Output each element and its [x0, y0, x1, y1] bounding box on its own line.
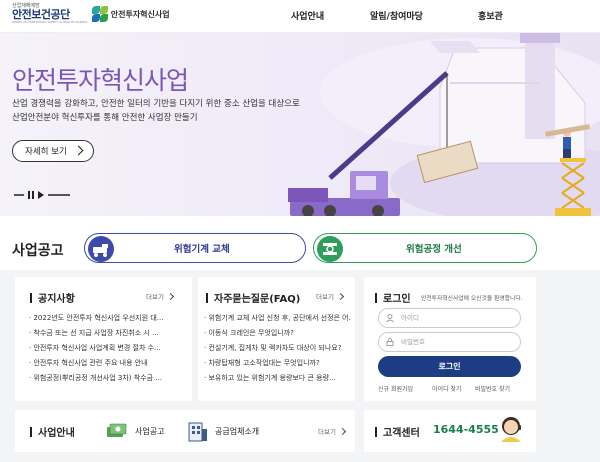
faq-item[interactable]: 이동식 크레인은 무엇입니까?	[204, 326, 351, 341]
chevron-right-icon	[338, 427, 346, 436]
logo-program-name: 안전투자혁신사업	[110, 9, 170, 19]
hero-more-button[interactable]: 자세히 보기	[12, 140, 94, 162]
find-password-link[interactable]: 비밀번호 찾기	[475, 384, 510, 393]
pill-dangerous-machine-label: 위험기계 교체	[174, 244, 230, 255]
money-icon	[107, 423, 127, 437]
hero-description-line1: 산업 경쟁력을 강화하고, 안전한 일터의 기반을 다지기 위한 중소 산업을 …	[12, 99, 300, 109]
notice-item[interactable]: 2022년도 안전투자 혁신사업 우선지원 대...	[29, 311, 187, 326]
hero-more-label: 자세히 보기	[25, 147, 67, 157]
machine-icon	[88, 236, 114, 262]
faq-item[interactable]: 차량탑재형 고소작업대는 무엇입니까?	[204, 356, 351, 371]
hero-description-line2: 산업안전분야 혁신투자를 통해 안전한 사업장 만들기	[12, 113, 198, 123]
slide-pager	[14, 191, 70, 199]
slide-indicator[interactable]	[48, 194, 70, 196]
notice-more-label: 더보기	[146, 293, 164, 301]
site-header: 산업재해예방 안전보건공단 KOREA OCCUPATIONAL SAFETY …	[0, 0, 600, 33]
process-icon	[317, 236, 343, 262]
customer-center-title: 고객센터	[375, 424, 420, 439]
nav-business-info[interactable]: 사업안내	[291, 9, 324, 22]
notice-item[interactable]: 착수금 또는 선 지급 사업장 자진취소 시 ...	[29, 326, 187, 341]
faq-item[interactable]: 위험기계 교체 사업 신청 후, 공단에서 선정은 어...	[204, 311, 351, 326]
login-password-placeholder: 비밀번호	[401, 338, 425, 346]
notice-item[interactable]: 위험공정(뿌리공정 개선사업 3차) 착수금 ...	[29, 371, 187, 386]
pause-icon[interactable]	[28, 191, 34, 199]
guide-item-suppliers-label: 공급업체소개	[215, 426, 260, 436]
lock-icon	[386, 338, 394, 346]
login-welcome: 안전투자혁신사업에 오신것을 환영합니다.	[421, 296, 523, 302]
chevron-right-icon	[166, 292, 174, 301]
faq-item[interactable]: 보유하고 있는 위험기계 용량보다 큰 용량...	[204, 371, 351, 386]
logo-name: 안전보건공단	[12, 8, 70, 21]
chevron-right-icon	[336, 292, 344, 301]
guide-title: 사업안내	[30, 424, 75, 439]
headset-agent-icon	[501, 417, 521, 442]
nav-pr-hall[interactable]: 홍보관	[478, 9, 503, 22]
notice-item[interactable]: 안전투자 혁신사업 관련 주요 내용 안내	[29, 356, 187, 371]
login-id-input[interactable]: 아이디	[378, 308, 521, 328]
guide-more-link[interactable]: 더보기	[318, 426, 346, 436]
faq-more-label: 더보기	[316, 293, 334, 301]
find-id-link[interactable]: 아이디 찾기	[432, 384, 462, 393]
customer-center-phone[interactable]: 1644-4555	[433, 423, 499, 436]
play-icon[interactable]	[38, 191, 44, 199]
login-id-placeholder: 아이디	[401, 314, 419, 322]
nav-notice-participation[interactable]: 알림/참여마당	[370, 9, 423, 22]
guide-item-suppliers[interactable]: 공급업체소개	[187, 416, 259, 446]
hero-title: 안전투자혁신사업	[12, 66, 189, 95]
notice-title: 공지사항	[30, 290, 75, 305]
guide-item-notice[interactable]: 사업공고	[105, 416, 164, 446]
guide-item-notice-label: 사업공고	[135, 426, 165, 436]
notice-list: 2022년도 안전투자 혁신사업 우선지원 대... 착수금 또는 선 지급 사…	[29, 311, 187, 386]
pill-dangerous-process[interactable]: 위험공정 개선	[313, 233, 537, 263]
page: { "header": { "logo_small": "산업재해예방", "l…	[0, 0, 600, 462]
section-title-business-notice: 사업공고	[12, 243, 64, 259]
site-logo[interactable]: 산업재해예방 안전보건공단 KOREA OCCUPATIONAL SAFETY …	[12, 4, 170, 24]
login-button[interactable]: 로그인	[378, 356, 521, 377]
user-icon	[386, 314, 394, 322]
notice-more-link[interactable]: 더보기	[146, 291, 174, 301]
signup-link[interactable]: 신규 회원가입	[378, 384, 413, 393]
logo-leaf-icon	[91, 6, 108, 22]
notice-item[interactable]: 안전투자 혁신사업 사업계획 변경 절차 수...	[29, 341, 187, 356]
logo-english: KOREA OCCUPATIONAL SAFETY & HEALTH AGENC…	[12, 20, 88, 24]
guide-more-label: 더보기	[318, 428, 336, 436]
faq-list: 위험기계 교체 사업 신청 후, 공단에서 선정은 어... 이동식 크레인은 …	[204, 311, 351, 386]
chevron-right-icon	[73, 145, 84, 156]
slide-indicator[interactable]	[14, 194, 24, 196]
pill-dangerous-process-label: 위험공정 개선	[406, 244, 462, 255]
faq-item[interactable]: 컨설기계, 집게차 및 렉카차도 대상이 되나요?	[204, 341, 351, 356]
building-icon	[188, 422, 207, 442]
faq-title: 자주묻는질문(FAQ)	[206, 290, 300, 305]
login-title: 로그인	[375, 290, 411, 305]
login-password-input[interactable]: 비밀번호	[378, 332, 521, 352]
hero-banner: 안전투자혁신사업 산업 경쟁력을 강화하고, 안전한 일터의 기반을 다지기 위…	[0, 33, 600, 216]
faq-more-link[interactable]: 더보기	[316, 291, 344, 301]
pill-dangerous-machine[interactable]: 위험기계 교체	[84, 233, 306, 263]
